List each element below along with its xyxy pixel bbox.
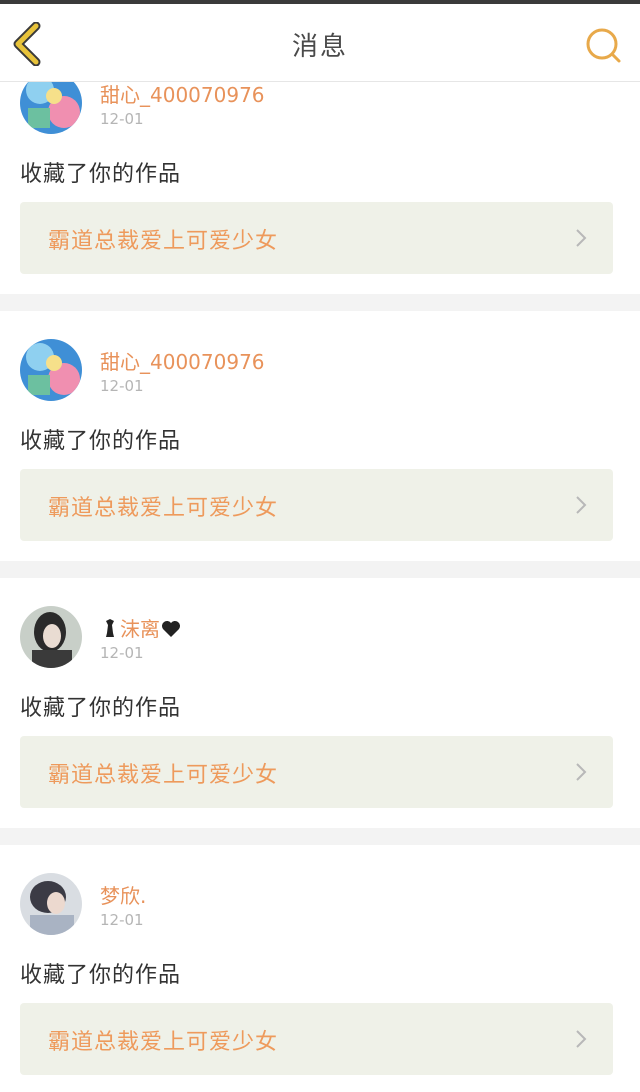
username[interactable]: 甜心_400070976 (100, 346, 265, 375)
message-date: 12-01 (100, 110, 144, 128)
chevron-right-icon (576, 229, 587, 247)
chevron-right-icon (576, 496, 587, 514)
message-card: 梦欣. 12-01 收藏了你的作品 霸道总裁爱上可爱少女 (0, 845, 640, 1092)
message-text: 收藏了你的作品 (20, 963, 182, 988)
message-date: 12-01 (100, 911, 144, 929)
message-date: 12-01 (100, 377, 144, 395)
work-link[interactable]: 霸道总裁爱上可爱少女 (20, 469, 613, 541)
avatar[interactable] (20, 873, 82, 935)
message-card: 沫离 12-01 收藏了你的作品 霸道总裁爱上可爱少女 (0, 578, 640, 828)
work-title: 霸道总裁爱上可爱少女 (48, 763, 279, 788)
chess-piece-icon (106, 619, 114, 637)
message-text: 收藏了你的作品 (20, 429, 182, 454)
work-link[interactable]: 霸道总裁爱上可爱少女 (20, 1003, 613, 1075)
header-bar: 消息 (0, 0, 640, 82)
heart-icon (162, 621, 180, 637)
work-link[interactable]: 霸道总裁爱上可爱少女 (20, 202, 613, 274)
avatar[interactable] (20, 339, 82, 401)
work-title: 霸道总裁爱上可爱少女 (48, 496, 279, 521)
search-icon (586, 28, 621, 63)
username[interactable]: 沫离 (100, 613, 182, 642)
work-link[interactable]: 霸道总裁爱上可爱少女 (20, 736, 613, 808)
username[interactable]: 甜心_400070976 (100, 79, 265, 108)
message-text: 收藏了你的作品 (20, 162, 182, 187)
message-date: 12-01 (100, 644, 144, 662)
chevron-right-icon (576, 763, 587, 781)
work-title: 霸道总裁爱上可爱少女 (48, 1030, 279, 1055)
username[interactable]: 梦欣. (100, 880, 146, 909)
search-button[interactable] (584, 26, 624, 66)
chevron-right-icon (576, 1030, 587, 1048)
message-card: 甜心_400070976 12-01 收藏了你的作品 霸道总裁爱上可爱少女 (0, 311, 640, 561)
work-title: 霸道总裁爱上可爱少女 (48, 229, 279, 254)
username-text: 沫离 (120, 617, 160, 641)
avatar[interactable] (20, 606, 82, 668)
page-title: 消息 (291, 32, 348, 62)
message-text: 收藏了你的作品 (20, 696, 182, 721)
messages-screen: 甜心_400070976 12-01 收藏了你的作品 霸道总裁爱上可爱少女 甜心… (0, 0, 640, 1092)
